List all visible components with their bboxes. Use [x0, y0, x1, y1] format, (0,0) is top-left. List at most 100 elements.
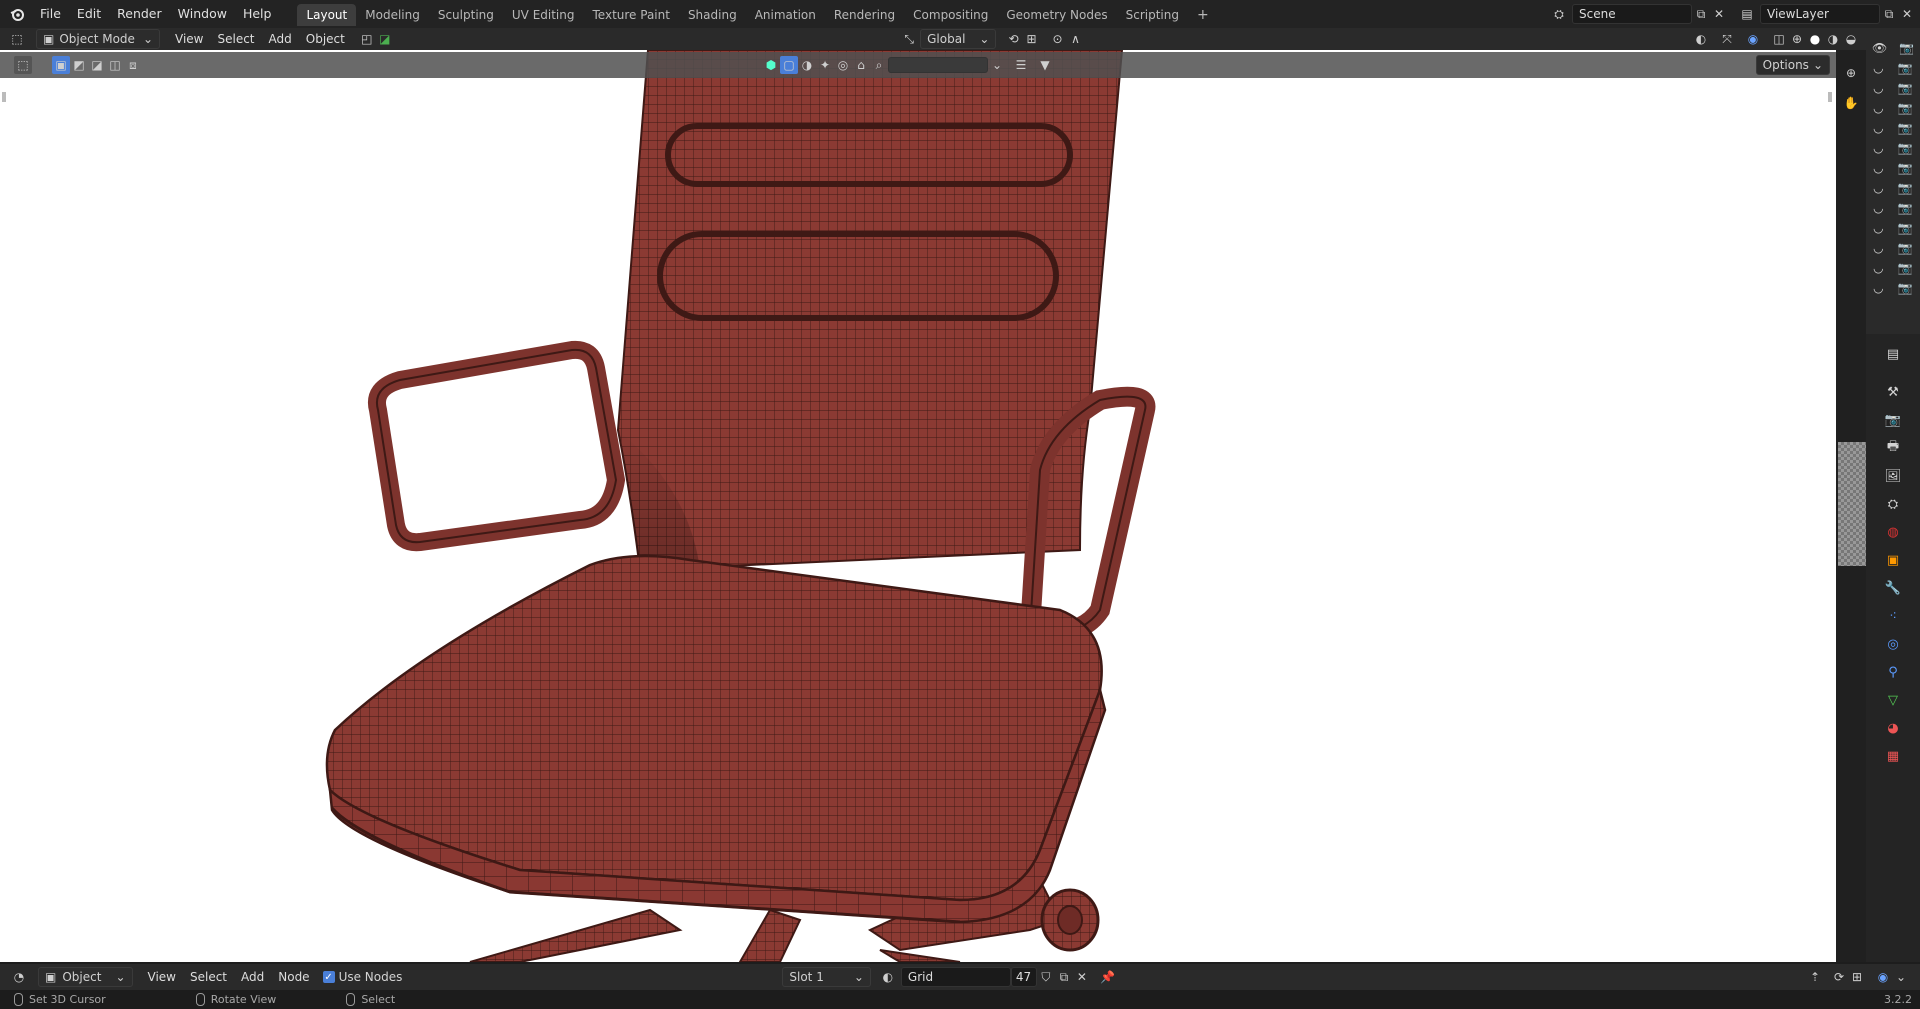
camera-icon[interactable]: 📷 — [1898, 101, 1913, 115]
snap-icon[interactable]: ◪ — [376, 30, 394, 48]
tab-animation[interactable]: Animation — [746, 4, 825, 26]
camera-icon[interactable]: 📷 — [1898, 221, 1913, 235]
outliner-row[interactable]: ◡ 📷 — [1866, 238, 1920, 258]
render-tab-icon[interactable]: 📷 — [1881, 408, 1905, 432]
menu-select[interactable]: Select — [183, 966, 234, 988]
outliner-row[interactable]: ◡ 📷 — [1866, 218, 1920, 238]
camera-icon[interactable]: 📷 — [1898, 241, 1913, 255]
shader-type-select[interactable]: ▣ Object ⌄ — [38, 967, 133, 987]
menu-edit[interactable]: Edit — [69, 0, 109, 28]
material-browse-icon[interactable]: ◐ — [879, 968, 897, 986]
material-tab-icon[interactable]: ◕ — [1881, 716, 1905, 740]
outliner-row[interactable]: ◡ 📷 — [1866, 198, 1920, 218]
overlay-icon[interactable]: ◉ — [1744, 30, 1762, 48]
pan-hand-icon[interactable]: ✋ — [1842, 94, 1860, 112]
eye-closed-icon[interactable]: ◡ — [1873, 241, 1883, 255]
zoom-icon[interactable]: ⊕ — [1842, 64, 1860, 82]
snapping-icon[interactable]: ⊞ — [1022, 30, 1040, 48]
eye-closed-icon[interactable]: ◡ — [1873, 161, 1883, 175]
camera-icon[interactable]: 📷 — [1898, 201, 1913, 215]
xray-icon[interactable]: ◫ — [1770, 30, 1788, 48]
camera-icon[interactable]: 📷 — [1898, 261, 1913, 275]
eye-closed-icon[interactable]: ◡ — [1873, 181, 1883, 195]
outliner-row[interactable]: ◡ 📷 — [1866, 158, 1920, 178]
view-layer-icon[interactable]: ▤ — [1738, 5, 1756, 23]
world-tab-icon[interactable]: ◍ — [1881, 520, 1905, 544]
parent-node-icon[interactable]: ⇡ — [1806, 968, 1824, 986]
add-workspace-button[interactable]: + — [1188, 4, 1218, 26]
view-layer-field[interactable]: ViewLayer — [1760, 4, 1880, 24]
scene-tab-icon[interactable]: ⛭ — [1881, 492, 1905, 516]
tab-sculpting[interactable]: Sculpting — [429, 4, 503, 26]
eye-closed-icon[interactable]: ◡ — [1873, 61, 1883, 75]
tab-uv-editing[interactable]: UV Editing — [503, 4, 584, 26]
eye-closed-icon[interactable]: ◡ — [1873, 101, 1883, 115]
camera-icon[interactable]: 📷 — [1898, 181, 1913, 195]
new-view-layer-icon[interactable]: ⧉ — [1880, 5, 1898, 23]
eye-icon[interactable]: 👁 — [1872, 41, 1887, 55]
outliner-row[interactable]: ◡ 📷 — [1866, 98, 1920, 118]
tab-layout[interactable]: Layout — [297, 4, 357, 26]
menu-file[interactable]: File — [32, 0, 69, 28]
physics-tab-icon[interactable]: ◎ — [1881, 632, 1905, 656]
delete-scene-icon[interactable]: ✕ — [1710, 5, 1728, 23]
tab-rendering[interactable]: Rendering — [825, 4, 904, 26]
tab-geometry-nodes[interactable]: Geometry Nodes — [997, 4, 1116, 26]
filter-other-icon[interactable]: ⌂ — [852, 56, 870, 74]
tool-tab-icon[interactable]: ⚒ — [1881, 380, 1905, 404]
scene-icon[interactable]: ⛭ — [1550, 5, 1568, 23]
texture-tab-icon[interactable]: ▦ — [1881, 744, 1905, 768]
menu-render[interactable]: Render — [109, 0, 170, 28]
gizmo-icon[interactable]: ⤧ — [1718, 30, 1736, 48]
tab-texture-paint[interactable]: Texture Paint — [584, 4, 679, 26]
select-new-icon[interactable]: ▣ — [52, 56, 70, 74]
chevron-down-icon[interactable]: ⌄ — [1892, 968, 1910, 986]
fake-user-icon[interactable]: ⛉ — [1037, 968, 1055, 986]
modifier-tab-icon[interactable]: 🔧 — [1881, 576, 1905, 600]
constraints-tab-icon[interactable]: ⚲ — [1881, 660, 1905, 684]
camera-icon[interactable]: 📷 — [1898, 61, 1913, 75]
delete-view-layer-icon[interactable]: ✕ — [1898, 5, 1916, 23]
menu-help[interactable]: Help — [235, 0, 280, 28]
filter-light-icon[interactable]: ✦ — [816, 56, 834, 74]
tab-scripting[interactable]: Scripting — [1117, 4, 1188, 26]
outliner-row[interactable]: ◡ 📷 — [1866, 178, 1920, 198]
menu-add[interactable]: Add — [262, 28, 299, 50]
rendered-shading-icon[interactable]: ◒ — [1842, 30, 1860, 48]
select-subtract-icon[interactable]: ◪ — [88, 56, 106, 74]
search-icon[interactable]: ⌕ — [870, 56, 888, 74]
visibility-icon[interactable]: ◐ — [1692, 30, 1710, 48]
outliner-row[interactable]: ◡ 📷 — [1866, 258, 1920, 278]
camera-icon[interactable]: 📷 — [1898, 161, 1913, 175]
outliner-row[interactable]: 👁 📷 — [1866, 38, 1920, 58]
camera-icon[interactable]: 📷 — [1898, 141, 1913, 155]
tab-shading[interactable]: Shading — [679, 4, 746, 26]
falloff-icon[interactable]: ∧ — [1066, 30, 1084, 48]
snapping-icon[interactable]: ⟳ — [1830, 968, 1848, 986]
camera-icon[interactable]: 📷 — [1898, 281, 1913, 295]
snap-grid-icon[interactable]: ⊞ — [1848, 968, 1866, 986]
editor-type-icon[interactable]: ◔ — [10, 968, 28, 986]
editor-type-icon[interactable]: ⬚ — [8, 30, 26, 48]
output-tab-icon[interactable]: 🖶 — [1881, 436, 1905, 460]
use-nodes-checkbox[interactable]: ✓ Use Nodes — [322, 970, 402, 984]
wireframe-shading-icon[interactable]: ⊕ — [1788, 30, 1806, 48]
gizmo-toggle-icon[interactable]: ◰ — [358, 30, 376, 48]
eye-closed-icon[interactable]: ◡ — [1873, 81, 1883, 95]
object-tab-icon[interactable]: ▣ — [1881, 548, 1905, 572]
outliner-row[interactable]: ◡ 📷 — [1866, 78, 1920, 98]
pin-icon[interactable]: 📌 — [1099, 968, 1117, 986]
proportional-edit-icon[interactable]: ⊙ — [1048, 30, 1066, 48]
slot-select[interactable]: Slot 1 ⌄ — [782, 967, 871, 987]
eye-closed-icon[interactable]: ◡ — [1873, 281, 1883, 295]
mode-select[interactable]: ▣ Object Mode ⌄ — [36, 29, 160, 49]
menu-view[interactable]: View — [141, 966, 183, 988]
select-tool-icon[interactable]: ⬚ — [14, 56, 32, 74]
select-extend-icon[interactable]: ◩ — [70, 56, 88, 74]
eye-closed-icon[interactable]: ◡ — [1873, 121, 1883, 135]
filter-shading-icon[interactable]: ◑ — [798, 56, 816, 74]
eye-closed-icon[interactable]: ◡ — [1873, 141, 1883, 155]
outliner-row[interactable]: ◡ 📷 — [1866, 118, 1920, 138]
transform-orientation-icon[interactable]: ⤡ — [900, 30, 918, 48]
material-shading-icon[interactable]: ◑ — [1824, 30, 1842, 48]
